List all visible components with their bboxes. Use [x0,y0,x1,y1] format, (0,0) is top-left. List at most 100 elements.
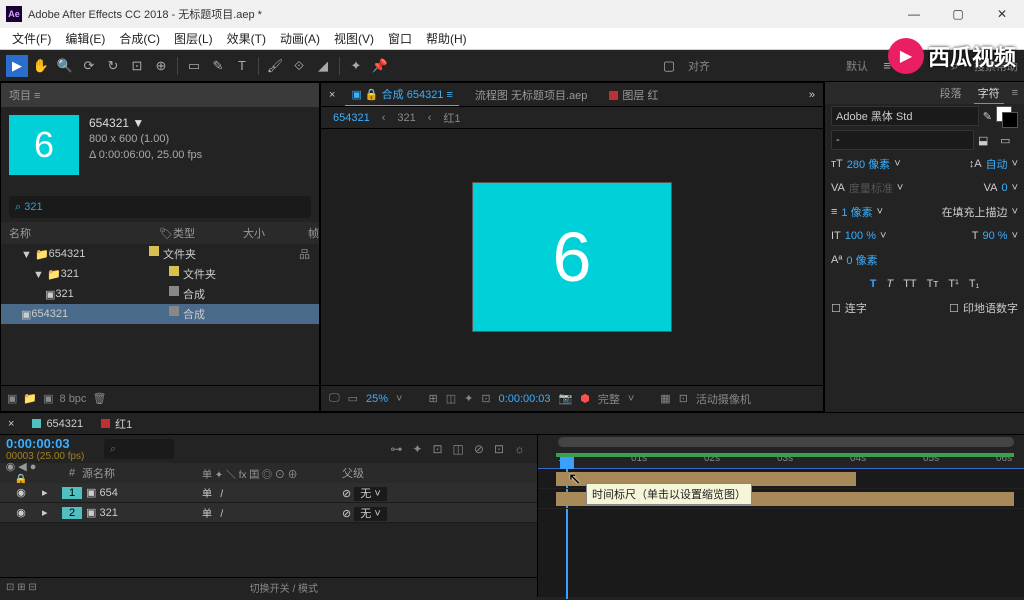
menu-help[interactable]: 帮助(H) [420,28,473,49]
project-search-input[interactable]: ⌕ 321 [9,196,311,218]
panel-menu-icon[interactable]: ≡ [1012,87,1018,99]
text-tool[interactable]: T [231,55,253,77]
rect-tool[interactable]: ▭ [183,55,205,77]
font-style-dropdown[interactable]: - [831,130,974,150]
project-row-folder[interactable]: ▼ 📁 321 文件夹 [1,264,319,284]
timeline-layer-1[interactable]: ◉ ▸ 1 ▣ 654 单 / ⊘ 无 ˅ [0,483,537,503]
leading-value[interactable]: 自动 [986,156,1008,172]
brush-tool[interactable]: 🖌 [264,55,286,77]
timeline-tab-654321[interactable]: 654321 [32,418,83,430]
interpret-icon[interactable]: ▣ [7,392,17,405]
kerning-value[interactable]: 度量标准 [849,180,893,196]
draft3d-icon[interactable]: ⊡ [432,442,442,456]
noswatch-icon[interactable]: ▭ [1000,134,1018,147]
puppet-tool[interactable]: 📌 [369,55,391,77]
time-ruler[interactable]: :0▸ 01s 02s 03s 04s 05s 06s [538,435,1024,469]
col-source-name[interactable]: 源名称 [82,465,202,481]
timeline-tab-red1[interactable]: 红1 [101,416,132,432]
new-comp-icon[interactable]: ▣ [43,392,53,405]
zoom-bar[interactable] [558,437,1014,447]
timeline-track-area[interactable]: :0▸ 01s 02s 03s 04s 05s 06s ↖ 时间标尺（单击以设置… [538,435,1024,597]
tab-character[interactable]: 字符 [974,83,1004,104]
project-list[interactable]: ▼ 📁 654321 文件夹 品 ▼ 📁 321 文件夹 ▣ 321 合成 ▣ … [1,244,319,385]
guide-icon[interactable]: ✦ [464,392,473,405]
menu-animation[interactable]: 动画(A) [274,28,326,49]
allcaps[interactable]: TT [903,278,916,290]
mask-icon[interactable]: ◫ [446,392,456,405]
comp-tab[interactable]: ▣ 🔒 合成 654321 ≡ [345,83,458,106]
comp-breadcrumb[interactable]: 654321 ‹ 321 ‹ 红1 [321,107,823,129]
ligature-checkbox[interactable]: ☐ [831,302,841,315]
close-tab-icon[interactable]: × [329,89,335,101]
minimize-button[interactable]: — [892,0,936,28]
resolution-dropdown[interactable]: 完整 [598,391,620,407]
menu-layer[interactable]: 图层(L) [168,28,219,49]
menu-composition[interactable]: 合成(C) [113,28,166,49]
channel-icon[interactable]: ⬢ [580,392,590,405]
timeline-layer-2[interactable]: ◉ ▸ 2 ▣ 321 单 / ⊘ 无 ˅ [0,503,537,523]
baseline-value[interactable]: 0 像素 [846,252,877,268]
hscale-value[interactable]: 90 % [982,230,1007,242]
close-button[interactable]: ✕ [980,0,1024,28]
menu-edit[interactable]: 编辑(E) [59,28,111,49]
selection-tool[interactable]: ▶ [6,55,28,77]
hindi-checkbox[interactable]: ☐ [949,302,959,315]
magnify-icon[interactable]: ▭ [348,392,358,405]
close-tab-icon[interactable]: × [8,418,14,430]
pen-tool[interactable]: ✎ [207,55,229,77]
anchor-tool[interactable]: ⊕ [150,55,172,77]
col-num[interactable]: # [62,467,82,479]
project-row-comp[interactable]: ▣ 321 合成 [1,284,319,304]
maximize-button[interactable]: ▢ [936,0,980,28]
more-tabs-icon[interactable]: » [809,89,815,101]
roi-icon[interactable]: ⊡ [481,392,490,405]
faux-bold[interactable]: T [870,278,877,290]
clone-tool[interactable]: ⟐ [288,55,310,77]
eraser-tool[interactable]: ◢ [312,55,334,77]
parent-dropdown[interactable]: 无 ˅ [354,507,386,521]
col-name[interactable]: 名称 [9,225,159,241]
flowchart-tab[interactable]: 流程图 无标题项目.aep [469,84,593,106]
frameblend-icon[interactable]: ◫ [453,442,464,456]
eyedropper-icon[interactable]: ✎ [983,110,992,123]
menu-window[interactable]: 窗口 [382,28,418,49]
tab-paragraph[interactable]: 段落 [936,83,966,104]
timeline-timecode[interactable]: 0:00:00:03 [6,436,96,451]
camera-dropdown[interactable]: 活动摄像机 [696,391,751,407]
parent-dropdown[interactable]: 无 ˅ [354,487,386,501]
res-icon[interactable]: ⊞ [428,392,437,405]
project-panel-header[interactable]: 项目 ≡ [1,83,319,107]
col-type[interactable]: 类型 [173,225,243,241]
3d-icon[interactable]: ⊡ [679,392,688,405]
menu-view[interactable]: 视图(V) [328,28,380,49]
project-row-comp-selected[interactable]: ▣ 654321 合成 [1,304,319,324]
font-size-value[interactable]: 280 像素 [847,156,890,172]
layer-tab[interactable]: 图层 红 [603,84,664,106]
composition-viewer[interactable]: 6 [321,129,823,385]
timeline-search-input[interactable]: ⌕ [104,439,174,459]
monitor-icon[interactable]: 🖵 [329,392,340,405]
menu-effect[interactable]: 效果(T) [221,28,272,49]
snap-icon[interactable]: ▢ [658,55,680,77]
transparency-icon[interactable]: ▦ [660,392,670,405]
tracking-value[interactable]: 0 [1001,182,1007,194]
brainstorm-icon[interactable]: ☼ [514,442,525,456]
zoom-tool[interactable]: 🔍 [54,55,76,77]
current-time[interactable]: 0:00:00:03 [499,393,551,405]
swap-icon[interactable]: ⬓ [978,134,996,147]
graph-icon[interactable]: ⊡ [494,442,504,456]
comp-mini-icon[interactable]: ⊶ [390,442,402,456]
hand-tool[interactable]: ✋ [30,55,52,77]
toggle-switches-mode[interactable]: 切换开关 / 模式 [250,580,318,595]
orbit-tool[interactable]: ⟳ [78,55,100,77]
tag-icon[interactable]: 🏷 [159,227,173,240]
col-frame[interactable]: 帧 [308,225,319,241]
snapshot-icon[interactable]: 📷 [559,392,573,405]
toggle-switches-icon[interactable]: ⊡ ⊞ ⊟ [6,582,37,593]
subscript[interactable]: T₁ [969,278,979,290]
superscript[interactable]: T¹ [948,278,958,290]
folder-icon[interactable]: 📁 [23,392,37,405]
col-parent[interactable]: 父级 [342,465,537,481]
col-size[interactable]: 大小 [243,225,308,241]
zoom-dropdown[interactable]: 25% [366,393,388,405]
